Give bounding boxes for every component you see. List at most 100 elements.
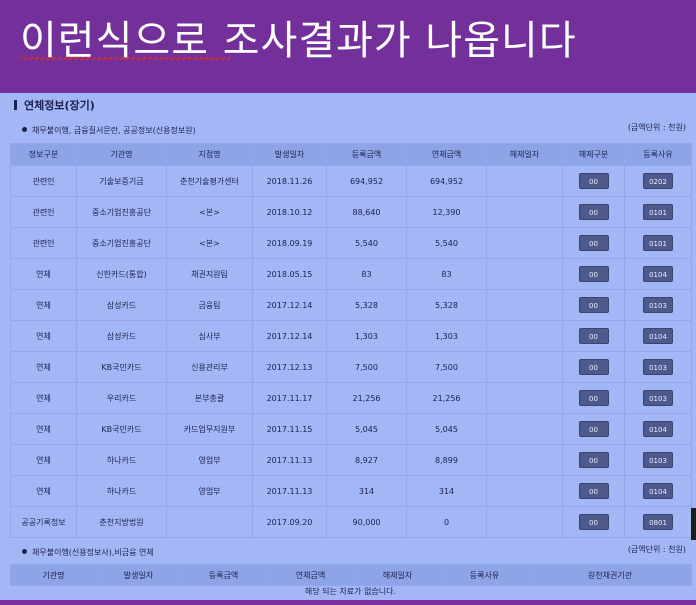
release-code-button[interactable]: 00 (578, 359, 609, 375)
reason-code-button[interactable]: 0101 (643, 235, 673, 251)
table-header-row: 정보구분 기관명 지점명 발생일자 등록금액 연체금액 해제일자 해제구분 등록… (10, 143, 692, 166)
table-cell: 2017.11.13 (252, 475, 327, 507)
reason-code-button[interactable]: 0103 (643, 297, 673, 313)
reason-code-button[interactable]: 0103 (643, 452, 673, 468)
table-cell: 심사부 (166, 320, 253, 352)
table-cell: 2018.11.26 (252, 165, 327, 197)
col-header: 해제일자 (486, 143, 563, 166)
table-cell (486, 475, 563, 507)
table-cell: 관련인 (10, 165, 77, 197)
reason-code-button[interactable]: 0104 (643, 328, 673, 344)
table-cell: 금융팀 (166, 289, 253, 321)
col-header: 발생일자 (252, 143, 327, 166)
table-cell: 2017.11.15 (252, 413, 327, 445)
delinquency-table: 정보구분 기관명 지점명 발생일자 등록금액 연체금액 해제일자 해제구분 등록… (10, 143, 692, 538)
caption-banner: 이런식으로 조사결과가 나옵니다 (0, 0, 696, 93)
table-cell: 5,045 (406, 413, 487, 445)
table-cell: 영업부 (166, 444, 253, 476)
table-cell: 0101 (624, 196, 692, 228)
block2-unit: (금액단위 : 천원) (627, 545, 686, 554)
section-title: 연체정보(장기) (14, 97, 95, 113)
table-cell: 중소기업진흥공단 (76, 196, 167, 228)
reason-code-button[interactable]: 0103 (643, 390, 673, 406)
release-code-button[interactable]: 00 (578, 452, 609, 468)
table-cell: 0104 (624, 320, 692, 352)
reason-code-button[interactable]: 0801 (643, 514, 673, 530)
table-cell: 0202 (624, 165, 692, 197)
table-cell: 삼성카드 (76, 320, 167, 352)
reason-code-button[interactable]: 0104 (643, 483, 673, 499)
table-cell (486, 258, 563, 290)
table-cell: 00 (562, 227, 625, 259)
table-cell: 314 (326, 475, 407, 507)
table-cell: 694,952 (406, 165, 487, 197)
scrollbar-thumb[interactable] (691, 508, 696, 540)
table-cell: 연체 (10, 413, 77, 445)
col-header: 기관명 (76, 143, 167, 166)
release-code-button[interactable]: 00 (578, 421, 609, 437)
col-header: 지점명 (166, 143, 253, 166)
table-cell: 채권지원팀 (166, 258, 253, 290)
table-cell: 00 (562, 351, 625, 383)
table-cell: 00 (562, 506, 625, 538)
table-cell: 00 (562, 289, 625, 321)
table-cell: 연체 (10, 444, 77, 476)
table-cell: <본> (166, 196, 253, 228)
table-cell: 0801 (624, 506, 692, 538)
table-cell: 00 (562, 475, 625, 507)
table-cell: 0104 (624, 475, 692, 507)
table-row: 공공기록정보 춘천지방법원 2017.09.20 90,000 0 00 0801 (10, 506, 692, 538)
reason-code-button[interactable]: 0104 (643, 421, 673, 437)
col-header: 연체금액 (266, 564, 355, 586)
table-cell (486, 382, 563, 414)
col-header: 발생일자 (96, 564, 181, 586)
bottom-strip (0, 600, 696, 605)
table-cell: 00 (562, 382, 625, 414)
release-code-button[interactable]: 00 (578, 390, 609, 406)
col-header: 등록금액 (180, 564, 267, 586)
col-header: 정보구분 (10, 143, 77, 166)
table-cell: 하나카드 (76, 475, 167, 507)
release-code-button[interactable]: 00 (578, 266, 609, 282)
col-header: 연체금액 (406, 143, 487, 166)
table-row: 관련인 기술보증기금 춘천기술평가센터 2018.11.26 694,952 694,95… (10, 165, 692, 197)
table-cell: 00 (562, 258, 625, 290)
release-code-button[interactable]: 00 (578, 235, 609, 251)
table-cell: 00 (562, 196, 625, 228)
table-cell: 연체 (10, 475, 77, 507)
table-cell: 5,328 (326, 289, 407, 321)
table-cell: 21,256 (326, 382, 407, 414)
reason-code-button[interactable]: 0103 (643, 359, 673, 375)
table-cell (486, 196, 563, 228)
table-cell: 신한카드(통합) (76, 258, 167, 290)
bullet-icon (22, 127, 27, 132)
table-cell: 2017.11.13 (252, 444, 327, 476)
release-code-button[interactable]: 00 (578, 173, 609, 189)
table-cell: 본부총괄 (166, 382, 253, 414)
table-cell: 2018.10.12 (252, 196, 327, 228)
table-cell: 연체 (10, 320, 77, 352)
table-cell: 연체 (10, 382, 77, 414)
col-header: 기관명 (10, 564, 97, 586)
table-cell: 삼성카드 (76, 289, 167, 321)
reason-code-button[interactable]: 0202 (643, 173, 673, 189)
table-cell: 2017.12.14 (252, 320, 327, 352)
table-cell (486, 320, 563, 352)
reason-code-button[interactable]: 0101 (643, 204, 673, 220)
reason-code-button[interactable]: 0104 (643, 266, 673, 282)
table-cell: 5,328 (406, 289, 487, 321)
release-code-button[interactable]: 00 (578, 483, 609, 499)
col-header: 원천채권기관 (528, 564, 692, 586)
table-cell: 0104 (624, 413, 692, 445)
release-code-button[interactable]: 00 (578, 514, 609, 530)
credit-report-panel: 연체정보(장기) 채무불이행, 금융질서문란, 공공정보(신용정보원) (금액단… (0, 93, 696, 605)
release-code-button[interactable]: 00 (578, 204, 609, 220)
table-row: 연체 KB국민카드 카드업무지원부 2017.11.15 5,045 5,045 00 010… (10, 413, 692, 445)
table-cell: 5,540 (406, 227, 487, 259)
table-cell: 신용관리부 (166, 351, 253, 383)
table-cell: 00 (562, 413, 625, 445)
table-cell: 2018.09.19 (252, 227, 327, 259)
table-cell: 춘천지방법원 (76, 506, 167, 538)
release-code-button[interactable]: 00 (578, 328, 609, 344)
release-code-button[interactable]: 00 (578, 297, 609, 313)
